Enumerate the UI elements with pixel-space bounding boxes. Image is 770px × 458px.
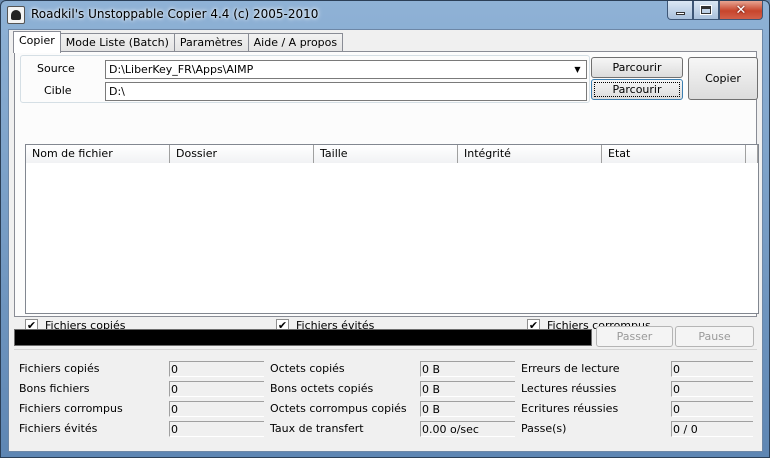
file-list-header: Nom de fichier Dossier Taille Intégrité … xyxy=(26,145,758,163)
tab-settings[interactable]: Paramètres xyxy=(173,33,249,52)
stat-value: 0.00 o/sec xyxy=(420,421,515,437)
chevron-down-icon[interactable]: ▼ xyxy=(570,62,585,77)
minimize-icon xyxy=(675,11,685,15)
stat-value: 0 xyxy=(169,381,264,397)
caption-buttons: ✕ xyxy=(667,1,763,21)
pause-button[interactable]: Pause xyxy=(675,326,754,347)
app-window: Roadkil's Unstoppable Copier 4.4 (c) 200… xyxy=(0,0,770,458)
close-icon: ✕ xyxy=(735,2,747,18)
stat-label: Bons fichiers xyxy=(19,382,90,395)
client-area: Copier Mode Liste (Batch) Paramètres Aid… xyxy=(8,29,763,452)
tab-copier[interactable]: Copier xyxy=(13,31,61,53)
target-label: Cible xyxy=(44,84,72,97)
column-filler xyxy=(746,145,758,163)
source-combobox[interactable]: D:\LiberKey_FR\Apps\AIMP ▼ xyxy=(105,60,587,79)
browse-target-button[interactable]: Parcourir xyxy=(591,79,683,100)
stat-value: 0 xyxy=(671,361,753,377)
stat-value: 0 xyxy=(169,361,264,377)
stat-label: Fichiers copiés xyxy=(19,362,100,375)
skip-button[interactable]: Passer xyxy=(596,326,673,347)
tab-batch-mode[interactable]: Mode Liste (Batch) xyxy=(59,33,175,52)
stat-value: 0 B xyxy=(420,361,515,377)
tab-strip: Copier Mode Liste (Batch) Paramètres Aid… xyxy=(13,31,344,53)
app-icon[interactable] xyxy=(7,6,25,24)
progress-bar xyxy=(14,329,592,346)
column-integrity[interactable]: Intégrité xyxy=(458,145,602,163)
stat-value: 0 xyxy=(671,401,753,417)
column-folder[interactable]: Dossier xyxy=(170,145,314,163)
title-bar[interactable]: Roadkil's Unstoppable Copier 4.4 (c) 200… xyxy=(1,1,769,29)
stat-label: Lectures réussies xyxy=(521,382,617,395)
stat-label: Ecritures réussies xyxy=(521,402,619,415)
column-filename[interactable]: Nom de fichier xyxy=(26,145,170,163)
minimize-button[interactable] xyxy=(667,1,693,20)
stat-label: Octets copiés xyxy=(270,362,345,375)
file-list[interactable]: Nom de fichier Dossier Taille Intégrité … xyxy=(25,144,759,314)
tab-help-about[interactable]: Aide / A propos xyxy=(247,33,344,52)
maximize-icon xyxy=(700,5,712,15)
column-status[interactable]: Etat xyxy=(602,145,746,163)
stat-label: Passe(s) xyxy=(521,422,567,435)
stat-label: Octets corrompus copiés xyxy=(270,402,407,415)
target-path: D:\ xyxy=(109,85,125,98)
stat-value: 0 / 0 xyxy=(671,421,753,437)
copy-button[interactable]: Copier xyxy=(688,57,758,100)
source-label: Source xyxy=(37,62,75,75)
column-size[interactable]: Taille xyxy=(314,145,458,163)
stat-value: 0 xyxy=(169,421,264,437)
stat-value: 0 xyxy=(671,381,753,397)
stat-label: Bons octets copiés xyxy=(270,382,374,395)
copier-panel: Source D:\LiberKey_FR\Apps\AIMP ▼ Cible … xyxy=(14,51,759,332)
target-field[interactable]: D:\ xyxy=(105,82,587,101)
stat-value: 0 B xyxy=(420,401,515,417)
stat-label: Erreurs de lecture xyxy=(521,362,620,375)
stat-label: Fichiers corrompus xyxy=(19,402,123,415)
stat-value: 0 B xyxy=(420,381,515,397)
source-path: D:\LiberKey_FR\Apps\AIMP xyxy=(109,63,254,76)
maximize-button[interactable] xyxy=(693,1,719,20)
stat-label: Fichiers évités xyxy=(19,422,98,435)
stat-value: 0 xyxy=(169,401,264,417)
window-title: Roadkil's Unstoppable Copier 4.4 (c) 200… xyxy=(31,7,319,21)
browse-source-button[interactable]: Parcourir xyxy=(591,57,683,78)
stat-label: Taux de transfert xyxy=(270,422,364,435)
close-button[interactable]: ✕ xyxy=(719,1,763,20)
statistics-panel: Fichiers copiés 0 Bons fichiers 0 Fichie… xyxy=(14,349,757,449)
